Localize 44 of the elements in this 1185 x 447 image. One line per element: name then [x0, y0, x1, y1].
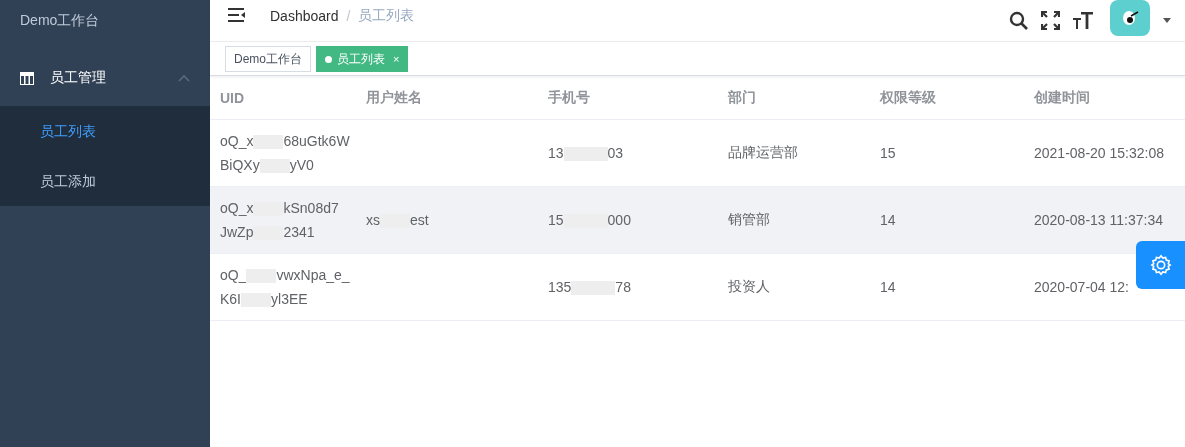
column-header: 部门: [728, 88, 757, 107]
column-header: 权限等级: [880, 88, 937, 107]
table-cell: 2020-07-04 12:: [1034, 279, 1129, 295]
table-cell: 14: [880, 279, 896, 295]
table-cell: 2020-08-13 11:37:34: [1034, 212, 1163, 228]
breadcrumb-separator: /: [346, 7, 351, 24]
gear-icon: [1149, 254, 1172, 276]
avatar[interactable]: [1110, 0, 1150, 36]
table-cell-text: oQ_x 68uGtk6W: [220, 132, 351, 152]
table-cell-text: JwZp 2341: [220, 223, 316, 243]
settings-button[interactable]: [1136, 241, 1185, 289]
table-cell: 135 78: [548, 278, 631, 295]
caret-icon[interactable]: [1163, 18, 1171, 23]
app-title: Demo工作台: [19, 11, 101, 30]
table-cell: 投资人: [728, 278, 770, 294]
table-cell: 15 000: [548, 211, 631, 228]
table-cell: 销管部: [728, 211, 770, 227]
menu-item[interactable]: 员工管理: [0, 50, 210, 106]
table-cell: xs est: [366, 211, 429, 228]
table-cell: 14: [880, 212, 896, 228]
dot-icon: [325, 55, 332, 63]
column-header: 手机号: [548, 88, 591, 107]
table-cell: 13 03: [548, 144, 624, 161]
submenu-item[interactable]: 员工列表: [0, 106, 210, 156]
table-cell: 品牌运营部: [728, 144, 798, 160]
table-cell: 15: [880, 145, 896, 161]
grid-icon: [20, 71, 34, 85]
menu-fold-icon[interactable]: [228, 8, 246, 23]
table-cell-text: oQ_x kSn08d7: [220, 199, 340, 219]
column-header: 创建时间: [1034, 88, 1091, 107]
table-cell: 2021-08-20 15:32:08: [1034, 145, 1164, 161]
table-cell-text: oQ_ vwxNpa_e_: [220, 266, 351, 286]
column-header: UID: [220, 89, 246, 106]
submenu-item[interactable]: 员工添加: [0, 156, 210, 206]
breadcrumb-item: 员工列表: [358, 6, 415, 25]
search-icon[interactable]: [1009, 11, 1028, 30]
menu-label: 员工管理: [50, 69, 107, 87]
font-size-icon[interactable]: [1073, 11, 1093, 30]
fullscreen-icon[interactable]: [1041, 11, 1060, 30]
tab[interactable]: Demo工作台: [225, 45, 311, 72]
column-header: 用户姓名: [366, 88, 423, 107]
breadcrumb-item[interactable]: Dashboard: [270, 7, 339, 24]
table-cell-text: BiQXy yV0: [220, 156, 315, 176]
table-cell-text: K6I yl3EE: [220, 290, 309, 310]
